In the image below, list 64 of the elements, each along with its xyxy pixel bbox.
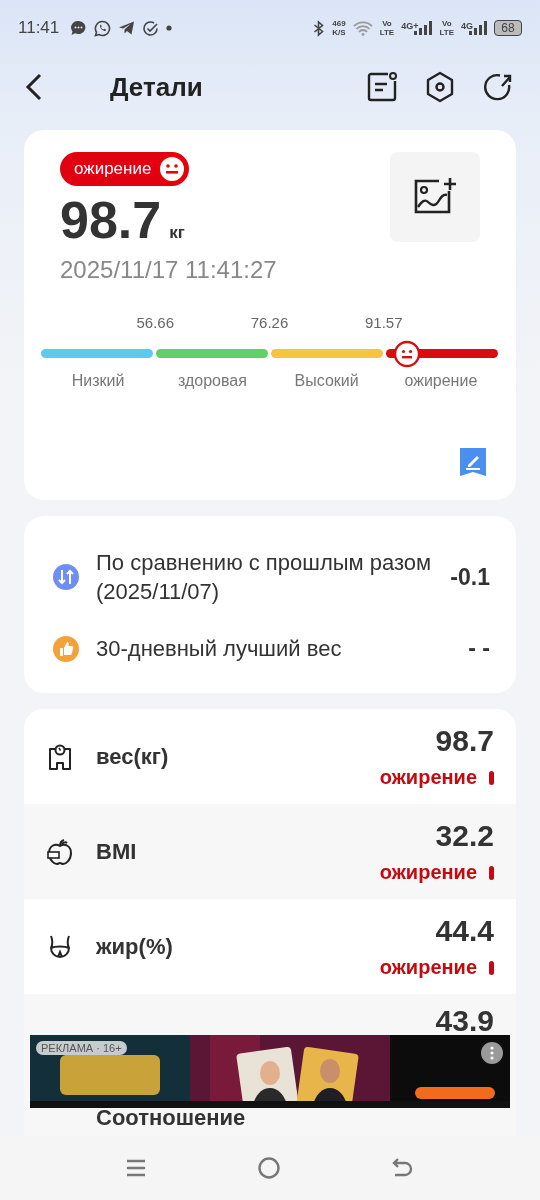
metric-row[interactable]: BMI 32.2 ожирение <box>24 804 516 899</box>
volte-label: Vo <box>441 19 452 28</box>
status-time: 11:41 <box>18 18 60 38</box>
home-icon[interactable] <box>257 1156 281 1180</box>
metric-label: Соотношение <box>95 1106 247 1130</box>
metric-label: вес(кг) <box>96 743 170 770</box>
comparison-value: - - <box>468 635 490 662</box>
apple-tape-icon <box>46 837 74 866</box>
network-speed-unit: K/S <box>332 28 346 37</box>
note-icon[interactable] <box>366 71 398 103</box>
network-type: 4G+ <box>401 21 419 31</box>
message-icon <box>70 20 88 36</box>
metric-value: 98.7 <box>435 724 494 758</box>
comparison-label: По сравнению с прошлым разом (2025/11/07) <box>96 549 433 606</box>
volte-label: LTE <box>379 28 395 37</box>
scale-threshold: 56.66 <box>136 314 174 331</box>
network-type: 4G <box>461 21 473 31</box>
chat-icon <box>94 19 112 37</box>
scale-label: ожирение <box>403 372 479 390</box>
metric-label: жир(%) <box>96 933 174 960</box>
advertisement-banner[interactable]: РЕКЛАМА · 16+ <box>30 1035 510 1108</box>
share-icon[interactable] <box>482 71 514 103</box>
scale-label: Высокий <box>293 372 360 390</box>
metric-status: ожирение <box>379 766 477 789</box>
back-icon[interactable] <box>24 72 44 102</box>
settings-icon[interactable] <box>424 71 456 103</box>
scale-threshold: 76.26 <box>250 314 289 331</box>
measurement-datetime: 2025/11/17 11:41:27 <box>60 256 277 284</box>
metric-status: ожирение <box>379 956 477 979</box>
weight-value: 98.7 <box>60 190 162 250</box>
network-speed: 469 <box>332 19 346 28</box>
compare-icon <box>52 563 80 591</box>
metric-status: ожирение <box>379 861 477 884</box>
thumbs-up-icon <box>52 634 80 663</box>
edit-icon[interactable] <box>460 448 486 476</box>
comparison-label: 30-дневный лучший вес <box>96 635 343 663</box>
bathroom-scale-icon <box>46 742 74 771</box>
volte-label: Vo <box>382 19 392 28</box>
weight-unit: кг <box>169 223 185 243</box>
neutral-face-icon <box>157 154 188 184</box>
metric-value: 32.2 <box>435 819 494 853</box>
volte-label: LTE <box>439 28 454 37</box>
scale-label: Низкий <box>70 372 126 390</box>
more-icon[interactable] <box>481 1042 503 1064</box>
status-badge: ожирение <box>60 152 190 186</box>
scale-label: здоровая <box>176 372 248 390</box>
metric-value: 43.9 <box>435 1004 494 1038</box>
add-image-button[interactable] <box>390 152 480 242</box>
scale-threshold: 91.57 <box>365 314 403 331</box>
menu-icon[interactable] <box>125 1157 147 1179</box>
wifi-icon <box>352 20 373 36</box>
check-circle-icon <box>142 19 160 37</box>
send-icon <box>118 20 136 36</box>
ad-label: РЕКЛАМА · 16+ <box>36 1041 127 1055</box>
alert-bar-icon <box>489 865 494 880</box>
bluetooth-icon <box>313 19 326 37</box>
comparison-value: -0.1 <box>450 563 490 591</box>
alert-bar-icon <box>489 770 494 785</box>
alert-bar-icon <box>489 960 494 975</box>
battery-indicator: 68 <box>494 20 522 36</box>
metric-value: 44.4 <box>435 914 494 948</box>
dot-icon <box>166 25 173 31</box>
metric-label: BMI <box>96 838 138 865</box>
page-title: Детали <box>110 71 203 103</box>
